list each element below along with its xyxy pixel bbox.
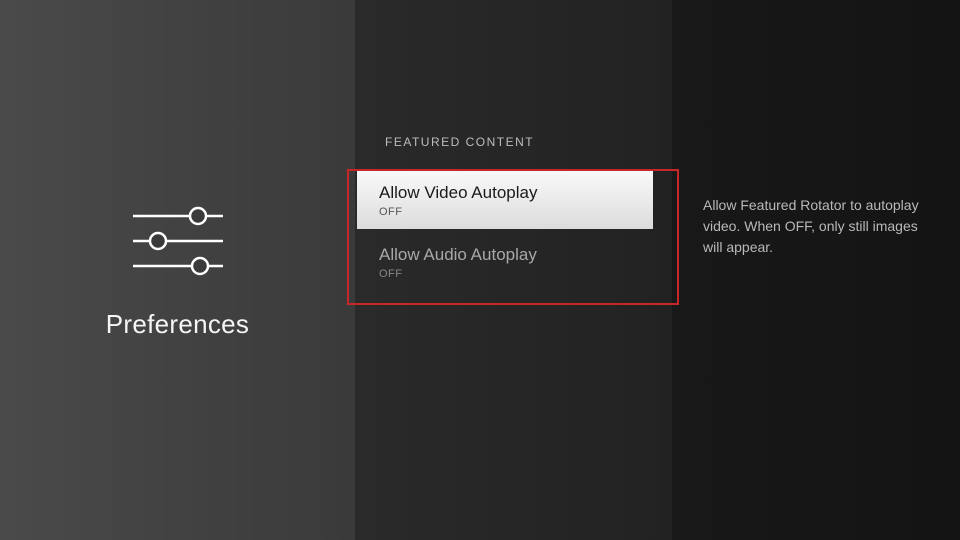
option-value: OFF <box>379 206 631 218</box>
featured-content-group: Allow Video Autoplay OFF Allow Audio Aut… <box>347 169 679 305</box>
sidebar-preferences: Preferences <box>0 0 355 540</box>
option-label: Allow Audio Autoplay <box>379 245 631 265</box>
option-label: Allow Video Autoplay <box>379 183 631 203</box>
section-header: FEATURED CONTENT <box>355 135 675 149</box>
sliders-icon <box>128 201 228 281</box>
help-column: Allow Featured Rotator to autoplay video… <box>675 0 960 540</box>
option-allow-video-autoplay[interactable]: Allow Video Autoplay OFF <box>357 171 653 229</box>
option-value: OFF <box>379 268 631 280</box>
page-title: Preferences <box>106 309 249 340</box>
option-allow-audio-autoplay[interactable]: Allow Audio Autoplay OFF <box>357 233 653 291</box>
help-text: Allow Featured Rotator to autoplay video… <box>703 195 930 258</box>
options-column: FEATURED CONTENT Allow Video Autoplay OF… <box>355 0 675 540</box>
